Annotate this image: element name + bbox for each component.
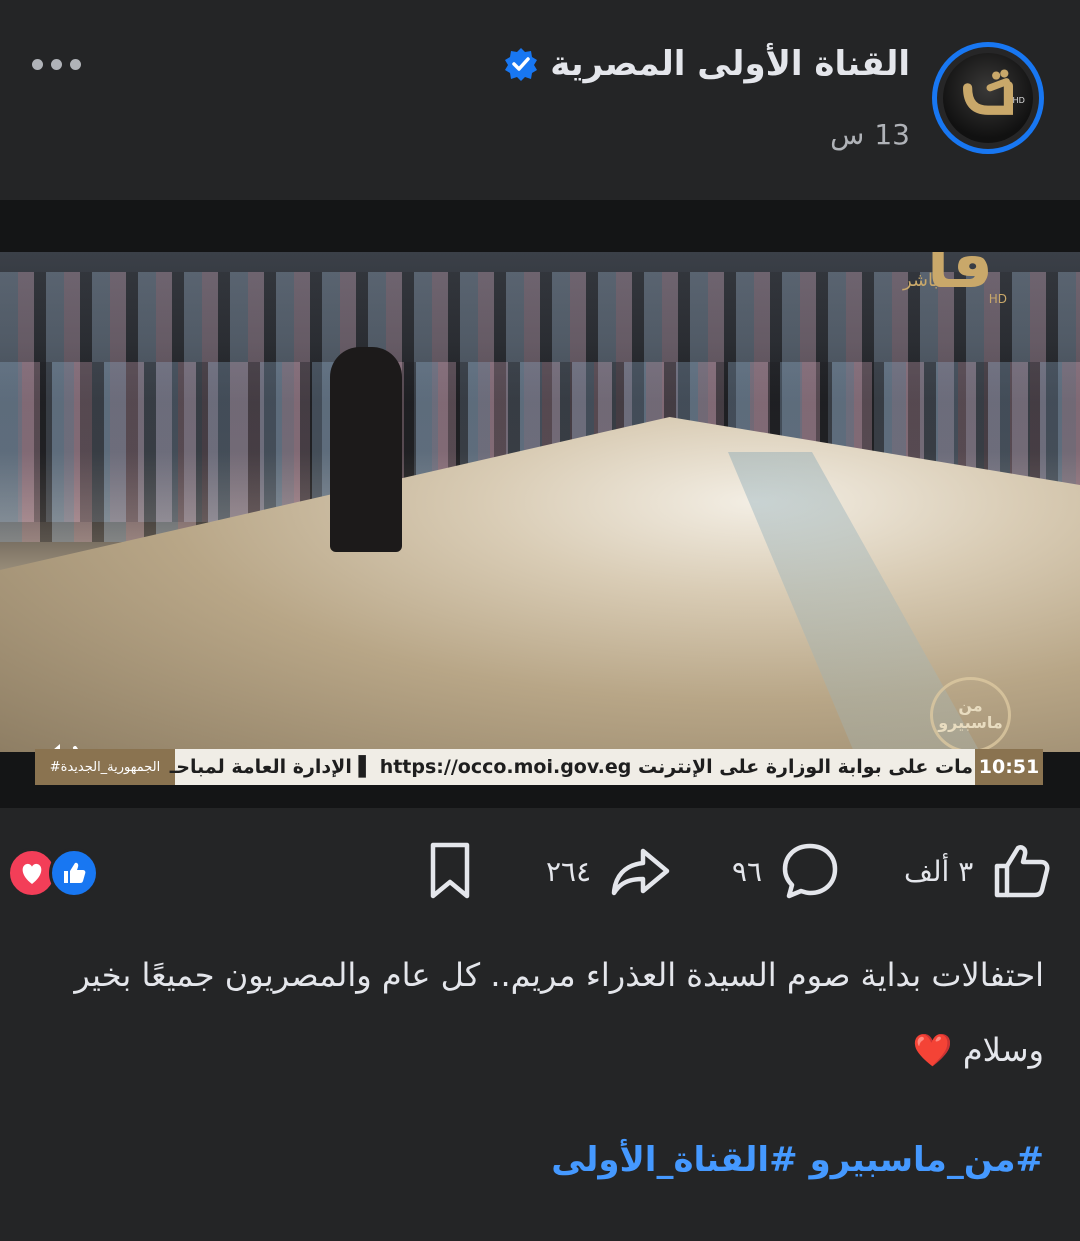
bookmark-icon — [430, 842, 470, 899]
channel-watermark-hd: HD — [988, 292, 1007, 306]
share-icon — [611, 848, 670, 896]
thumbs-up-icon — [995, 845, 1050, 898]
hashtag-link[interactable]: #من_ماسبيرو — [810, 1140, 1044, 1180]
share-button[interactable]: ٢٦٤ — [546, 840, 671, 902]
verified-badge-icon — [505, 48, 538, 81]
ticker-text: مات على بوابة الوزارة على الإنترنت https… — [169, 756, 973, 778]
page-avatar[interactable]: HD — [932, 42, 1044, 154]
post-time[interactable]: س 13 — [830, 118, 910, 151]
channel-watermark-live: مباشر — [903, 270, 949, 291]
more-options-icon[interactable] — [24, 50, 88, 78]
comment-button[interactable]: ٩٦ — [732, 840, 840, 902]
post-caption: احتفالات بداية صوم السيدة العذراء مريم..… — [74, 956, 1044, 1069]
hashtag-link[interactable]: #القناة_الأولى — [551, 1140, 797, 1180]
comment-count: ٩٦ — [732, 854, 763, 888]
ticker-hashtag: #الجمهورية_الجديدة — [35, 749, 175, 785]
channel-logo-icon: HD — [963, 69, 1025, 115]
comment-icon — [782, 843, 838, 899]
save-button[interactable] — [426, 840, 474, 902]
svg-text:HD: HD — [1012, 95, 1024, 105]
program-logo: من ماسبيرو — [930, 677, 1011, 752]
video-frame[interactable]: قا مباشر HD من ماسبيرو — [0, 252, 1080, 752]
hashtags: #من_ماسبيرو #القناة_الأولى — [551, 1140, 1044, 1180]
share-count: ٢٦٤ — [546, 854, 592, 888]
post-header: القناة الأولى المصرية س 13 HD — [0, 0, 1080, 200]
like-reaction-icon — [49, 848, 99, 898]
time-value: 13 — [874, 118, 910, 151]
channel-watermark: قا مباشر HD — [903, 252, 1013, 325]
video-player[interactable]: قا مباشر HD من ماسبيرو #الجمهورية_الجديد… — [0, 200, 1080, 808]
ticker-time: 10:51 — [975, 749, 1043, 785]
time-unit: س — [830, 118, 865, 151]
like-button[interactable]: ٣ ألف — [904, 840, 1053, 902]
news-ticker: #الجمهورية_الجديدة مات على بوابة الوزارة… — [35, 749, 1043, 785]
page-name[interactable]: القناة الأولى المصرية — [550, 44, 910, 84]
page-name-row: القناة الأولى المصرية — [504, 44, 910, 84]
like-count: ٣ ألف — [904, 854, 974, 888]
speaker-figure — [330, 347, 402, 552]
